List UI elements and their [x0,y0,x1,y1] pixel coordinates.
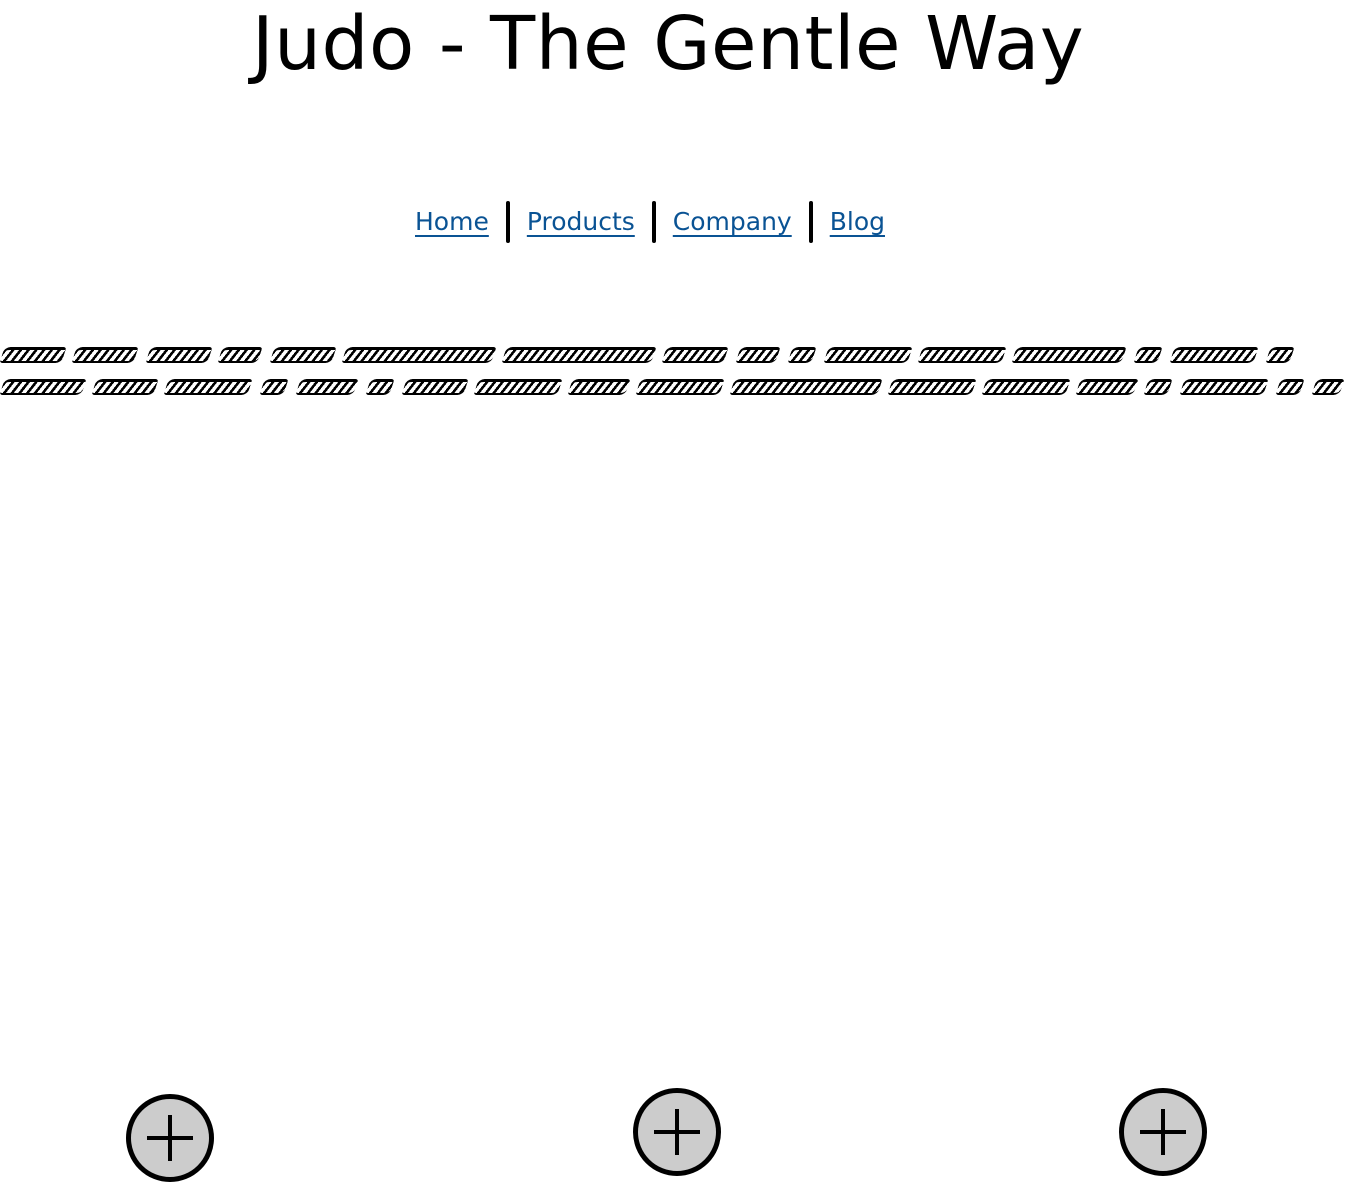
plus-icon [1140,1109,1186,1155]
nav-separator [651,201,656,243]
nav-link-home[interactable]: Home [415,200,489,244]
main-nav: Home Products Company Blog [0,200,1300,244]
nav-link-company[interactable]: Company [673,200,792,244]
nav-link-products[interactable]: Products [527,200,635,244]
page-title: Judo - The Gentle Way [251,1,1085,87]
nav-separator [505,201,510,243]
add-button-right[interactable] [1119,1088,1207,1176]
nav-link-blog[interactable]: Blog [830,200,885,244]
plus-icon [147,1115,193,1161]
plus-icon [654,1109,700,1155]
nav-separator [808,201,813,243]
placeholder-text-line [0,370,1354,402]
add-button-center[interactable] [633,1088,721,1176]
placeholder-text-block [0,338,1354,404]
add-button-left[interactable] [126,1094,214,1182]
placeholder-text-line [0,338,1354,370]
